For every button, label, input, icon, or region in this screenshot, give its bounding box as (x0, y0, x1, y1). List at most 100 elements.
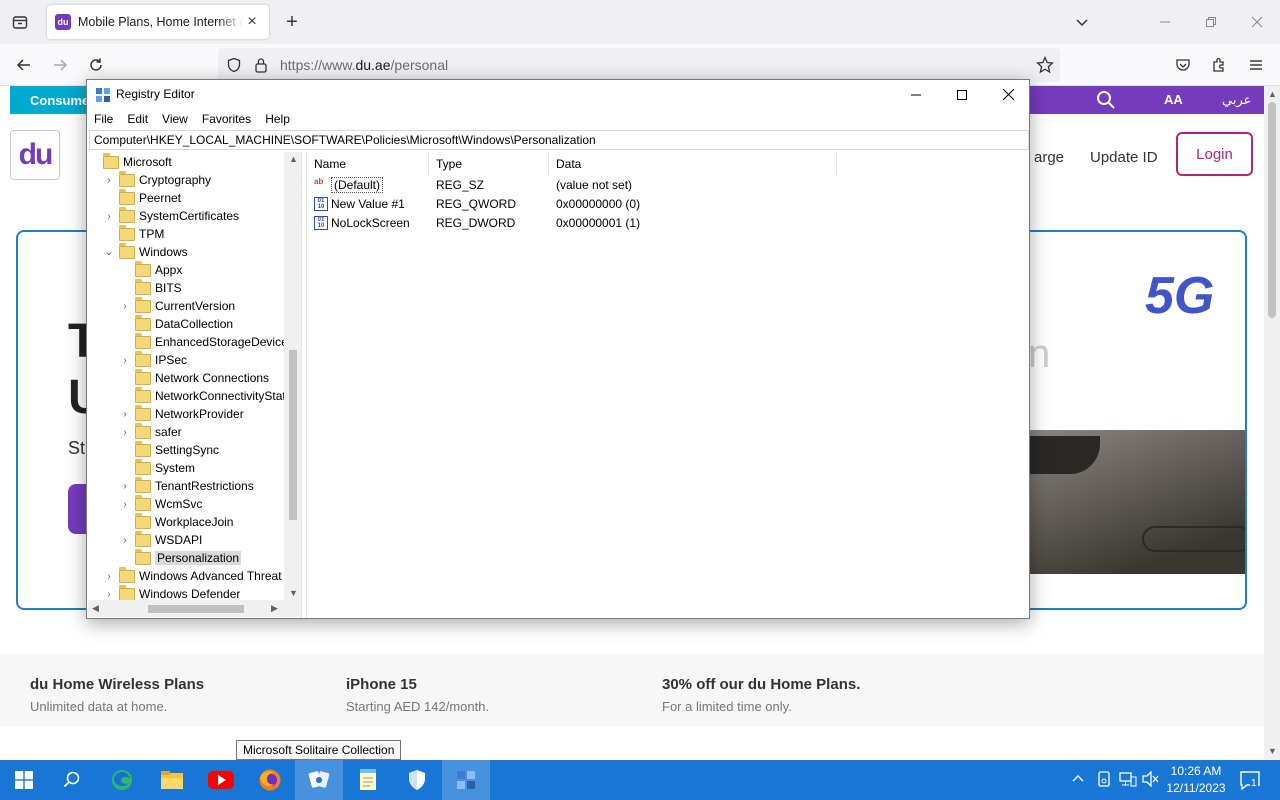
extensions-icon[interactable] (1207, 53, 1231, 77)
forward-icon[interactable] (48, 53, 72, 77)
list-all-tabs-icon[interactable] (1070, 10, 1094, 34)
lock-icon[interactable] (254, 57, 268, 76)
chevron-right-icon[interactable]: › (120, 409, 130, 420)
page-scrollbar-thumb[interactable] (1268, 102, 1276, 318)
tree-item-networkconnectivitystatusi[interactable]: NetworkConnectivityStatusI (120, 386, 301, 405)
start-button[interactable] (0, 760, 48, 800)
youtube-icon[interactable] (197, 760, 245, 800)
tree-item-bits[interactable]: BITS (120, 278, 182, 297)
edge-icon[interactable] (98, 760, 146, 800)
chevron-right-icon[interactable]: › (104, 211, 114, 222)
back-icon[interactable] (12, 53, 36, 77)
url-text[interactable]: https://www.du.ae/personal (280, 57, 448, 73)
file-explorer-icon[interactable] (148, 760, 196, 800)
minimize-icon[interactable] (893, 80, 939, 109)
tree-item-currentversion[interactable]: › CurrentVersion (120, 296, 235, 315)
tree-item-personalization[interactable]: Personalization (120, 548, 242, 567)
update-id-link[interactable]: Update ID (1090, 149, 1158, 166)
tree-item-ipsec[interactable]: › IPSec (120, 350, 187, 369)
chevron-right-icon[interactable]: › (120, 427, 130, 438)
windows-security-icon[interactable] (393, 760, 441, 800)
promo-home-wireless[interactable]: du Home Wireless Plans Unlimited data at… (30, 676, 204, 714)
chevron-right-icon[interactable]: › (120, 499, 130, 510)
menu-edit[interactable]: Edit (120, 109, 155, 129)
url-bar[interactable]: https://www.du.ae/personal (218, 48, 1060, 82)
tree-item-enhancedstoragedevices[interactable]: EnhancedStorageDevices (120, 332, 294, 351)
column-header-name[interactable]: Name (307, 152, 429, 174)
tree-item-peernet[interactable]: Peernet (104, 188, 181, 207)
tree-vertical-thumb[interactable] (289, 350, 297, 520)
tree-item-network-connections[interactable]: Network Connections (120, 368, 269, 387)
minimize-browser-icon[interactable] (1153, 10, 1177, 34)
tree-horizontal-scrollbar[interactable]: ◀ ▶ (88, 600, 301, 617)
regedit-taskbar-icon[interactable] (442, 760, 490, 800)
page-scrollbar[interactable]: ▲ ▼ (1264, 86, 1280, 760)
tree-item-windows-advanced-threat-pro[interactable]: › Windows Advanced Threat Pro (104, 566, 301, 585)
tree-scroll-up-icon[interactable]: ▲ (289, 154, 298, 164)
tree-item-networkprovider[interactable]: › NetworkProvider (120, 404, 244, 423)
chevron-right-icon[interactable]: › (120, 481, 130, 492)
search-icon[interactable] (48, 760, 96, 800)
menu-favorites[interactable]: Favorites (195, 109, 258, 129)
registry-values-list[interactable]: Name Type Data ab (Default) REG_SZ (value n… (306, 152, 1029, 618)
tree-item-settingsync[interactable]: SettingSync (120, 440, 219, 459)
tracking-shield-icon[interactable] (226, 57, 242, 76)
maximize-icon[interactable] (939, 80, 985, 109)
show-hidden-icons[interactable] (1072, 771, 1084, 787)
tree-item-tpm[interactable]: TPM (104, 224, 164, 243)
registry-value-row[interactable]: 01 10 New Value #1 REG_QWORD 0x00000000 (0) (307, 195, 1029, 214)
menu-help[interactable]: Help (258, 109, 297, 129)
firefox-icon[interactable] (246, 760, 294, 800)
tree-item-safer[interactable]: › safer (120, 422, 182, 441)
tree-item-wsdapi[interactable]: › WSDAPI (120, 530, 202, 549)
column-header-data[interactable]: Data (549, 152, 837, 174)
chevron-right-icon[interactable]: › (104, 589, 114, 600)
restore-browser-icon[interactable] (1199, 10, 1223, 34)
taskbar-clock[interactable]: 10:26 AM 12/11/2023 (1163, 763, 1229, 797)
tab-close-icon[interactable]: × (243, 13, 261, 31)
menu-file[interactable]: File (87, 109, 120, 129)
registry-value-row[interactable]: ab (Default) REG_SZ (value not set) (307, 176, 1029, 195)
consumer-tab[interactable]: Consumer (10, 86, 94, 114)
chevron-down-icon[interactable]: ⌄ (104, 247, 114, 258)
chevron-right-icon[interactable]: › (104, 175, 114, 186)
login-button[interactable]: Login (1176, 132, 1253, 176)
tree-scroll-right-icon[interactable]: ▶ (271, 603, 278, 614)
tree-item-tenantrestrictions[interactable]: › TenantRestrictions (120, 476, 254, 495)
registry-value-row[interactable]: 01 10 NoLockScreen REG_DWORD 0x00000001 (1) (307, 214, 1029, 233)
font-size-toggle[interactable]: AA (1164, 92, 1183, 107)
chevron-right-icon[interactable]: › (104, 571, 114, 582)
registry-key-tree[interactable]: Microsoft › Cryptography Peernet › SystemCert… (88, 152, 302, 618)
tab-list-icon[interactable] (8, 10, 32, 34)
promo-iphone[interactable]: iPhone 15 Starting AED 142/month. (346, 676, 489, 714)
site-search-icon[interactable] (1096, 90, 1116, 113)
network-icon[interactable] (1119, 771, 1137, 790)
registry-editor-window[interactable]: Registry Editor File Edit View Favorites… (86, 79, 1030, 619)
tree-scroll-down-icon[interactable]: ▼ (289, 588, 298, 598)
tree-item-datacollection[interactable]: DataCollection (120, 314, 233, 333)
registry-address-bar[interactable]: Computer\HKEY_LOCAL_MACHINE\SOFTWARE\Pol… (89, 130, 1029, 150)
promo-home-plans[interactable]: 30% off our du Home Plans. For a limited… (662, 676, 860, 714)
chevron-right-icon[interactable]: › (120, 301, 130, 312)
bookmark-star-icon[interactable] (1035, 55, 1055, 77)
close-icon[interactable] (985, 80, 1031, 109)
regedit-title-bar[interactable]: Registry Editor (87, 80, 1029, 109)
notepad-icon[interactable] (344, 760, 392, 800)
pocket-icon[interactable] (1171, 53, 1195, 77)
notification-center-icon[interactable]: 1 (1238, 768, 1262, 792)
tree-scroll-left-icon[interactable]: ◀ (92, 603, 99, 614)
new-tab-button[interactable]: + (280, 10, 304, 34)
browser-tab-du[interactable]: du Mobile Plans, Home Internet & Broadba… (47, 5, 269, 39)
scroll-up-icon[interactable]: ▲ (1268, 89, 1277, 99)
tree-item-microsoft[interactable]: Microsoft (88, 152, 172, 171)
tree-item-cryptography[interactable]: › Cryptography (104, 170, 211, 189)
reload-icon[interactable] (84, 53, 108, 77)
tree-item-systemcertificates[interactable]: › SystemCertificates (104, 206, 239, 225)
tree-vertical-scrollbar[interactable]: ▲ ▼ (284, 152, 301, 600)
tree-item-windows[interactable]: ⌄ Windows (104, 242, 188, 261)
app-menu-icon[interactable] (1244, 53, 1268, 77)
tree-horizontal-thumb[interactable] (148, 605, 244, 613)
chevron-right-icon[interactable]: › (120, 355, 130, 366)
solitaire-icon[interactable] (295, 760, 343, 800)
tree-item-appx[interactable]: Appx (120, 260, 182, 279)
